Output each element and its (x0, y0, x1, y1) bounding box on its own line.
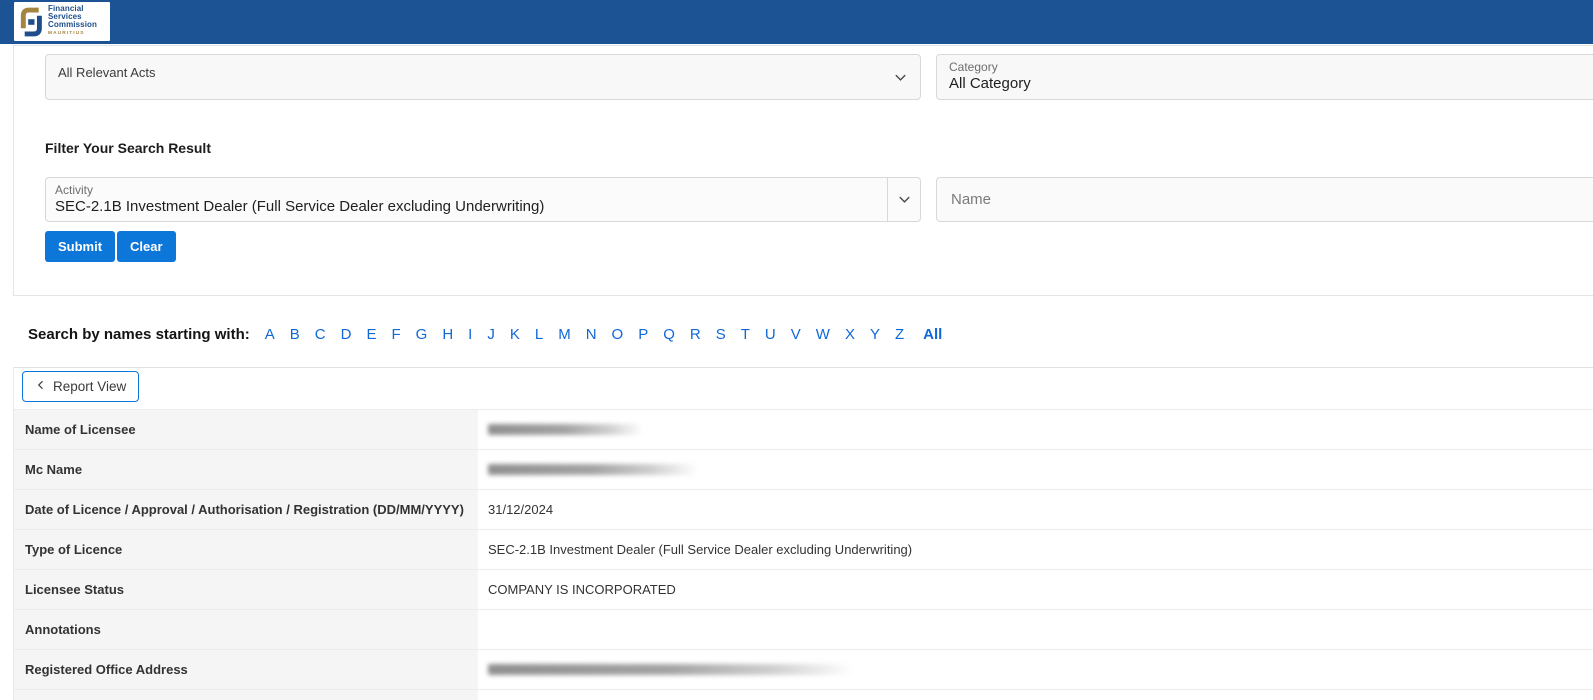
row-value: COMPANY IS INCORPORATED (478, 570, 1593, 609)
alpha-letter-M[interactable]: M (558, 326, 571, 343)
row-value (478, 650, 1593, 689)
redacted-value (488, 424, 643, 435)
row-value (478, 450, 1593, 489)
row-value (478, 690, 1593, 700)
row-label: Date of Licence / Approval / Authorisati… (14, 490, 478, 529)
logo-line-3: Commission (48, 21, 97, 29)
logo-subtitle: MAURITIUS (48, 30, 97, 38)
table-row: Name of Licensee (14, 410, 1593, 450)
alpha-letter-T[interactable]: T (741, 326, 750, 343)
alpha-letter-Q[interactable]: Q (663, 326, 675, 343)
report-card: Report View Name of LicenseeMc NameDate … (13, 367, 1593, 700)
alpha-letter-L[interactable]: L (535, 326, 543, 343)
table-row: Date of Licence / Approval / Authorisati… (14, 490, 1593, 530)
alpha-letter-U[interactable]: U (765, 326, 776, 343)
alpha-letter-N[interactable]: N (586, 326, 597, 343)
category-value: All Category (949, 75, 1593, 92)
row-label: Annotations (14, 610, 478, 649)
alpha-letter-Z[interactable]: Z (895, 326, 904, 343)
row-label (14, 690, 478, 700)
alpha-letter-H[interactable]: H (442, 326, 453, 343)
alpha-letter-G[interactable]: G (416, 326, 428, 343)
row-label: Type of Licence (14, 530, 478, 569)
activity-dropdown[interactable]: Activity SEC-2.1B Investment Dealer (Ful… (45, 177, 921, 222)
table-row (14, 690, 1593, 700)
report-table: Name of LicenseeMc NameDate of Licence /… (14, 409, 1593, 700)
table-row: Type of LicenceSEC-2.1B Investment Deale… (14, 530, 1593, 570)
relevant-acts-dropdown-label: All Relevant Acts (58, 65, 156, 80)
fsc-logo-mark (17, 5, 45, 39)
chevron-down-icon (897, 192, 912, 207)
chevron-left-icon (35, 379, 47, 394)
alpha-letter-Y[interactable]: Y (870, 326, 880, 343)
filter-panel: All Relevant Acts Category All Category … (13, 45, 1593, 296)
fsc-logo-text: Financial Services Commission MAURITIUS (48, 5, 97, 38)
alpha-letter-E[interactable]: E (366, 326, 376, 343)
category-label: Category (949, 60, 1593, 74)
alpha-letter-D[interactable]: D (341, 326, 352, 343)
chevron-down-icon (893, 70, 908, 85)
alpha-letter-A[interactable]: A (265, 326, 275, 343)
activity-dropdown-toggle[interactable] (887, 178, 920, 221)
table-row: Licensee StatusCOMPANY IS INCORPORATED (14, 570, 1593, 610)
row-label: Registered Office Address (14, 650, 478, 689)
activity-dropdown-main: Activity SEC-2.1B Investment Dealer (Ful… (46, 178, 887, 221)
alpha-letter-all[interactable]: All (923, 326, 942, 343)
row-value (478, 410, 1593, 449)
relevant-acts-dropdown[interactable]: All Relevant Acts (45, 54, 921, 100)
alpha-letter-J[interactable]: J (487, 326, 495, 343)
alpha-letter-W[interactable]: W (816, 326, 830, 343)
clear-button[interactable]: Clear (117, 231, 176, 262)
row-label: Mc Name (14, 450, 478, 489)
row-value: 31/12/2024 (478, 490, 1593, 529)
fsc-logo[interactable]: Financial Services Commission MAURITIUS (14, 2, 110, 41)
name-input[interactable] (936, 177, 1593, 222)
alpha-letter-S[interactable]: S (716, 326, 726, 343)
alpha-letter-O[interactable]: O (612, 326, 624, 343)
row-label: Licensee Status (14, 570, 478, 609)
alpha-letter-B[interactable]: B (290, 326, 300, 343)
alphabet-search-row: Search by names starting with: ABCDEFGHI… (28, 326, 942, 343)
row-value (478, 610, 1593, 649)
report-view-button-label: Report View (53, 379, 126, 394)
table-row: Mc Name (14, 450, 1593, 490)
redacted-value (488, 464, 698, 475)
alpha-letter-I[interactable]: I (468, 326, 472, 343)
redacted-value (488, 664, 853, 675)
top-header: Financial Services Commission MAURITIUS (0, 0, 1593, 44)
alphabet-search-label: Search by names starting with: (28, 326, 250, 343)
alpha-letter-F[interactable]: F (391, 326, 400, 343)
alpha-letter-V[interactable]: V (791, 326, 801, 343)
alpha-letter-K[interactable]: K (510, 326, 520, 343)
category-field: Category All Category (936, 54, 1593, 100)
filter-section-title: Filter Your Search Result (45, 140, 211, 156)
table-row: Registered Office Address (14, 650, 1593, 690)
activity-value: SEC-2.1B Investment Dealer (Full Service… (55, 198, 878, 215)
row-label: Name of Licensee (14, 410, 478, 449)
report-view-button[interactable]: Report View (22, 371, 139, 402)
submit-button[interactable]: Submit (45, 231, 115, 262)
row-value: SEC-2.1B Investment Dealer (Full Service… (478, 530, 1593, 569)
alpha-letter-P[interactable]: P (638, 326, 648, 343)
alpha-letter-X[interactable]: X (845, 326, 855, 343)
table-row: Annotations (14, 610, 1593, 650)
alpha-letter-R[interactable]: R (690, 326, 701, 343)
alpha-letter-C[interactable]: C (315, 326, 326, 343)
activity-label: Activity (55, 183, 878, 197)
